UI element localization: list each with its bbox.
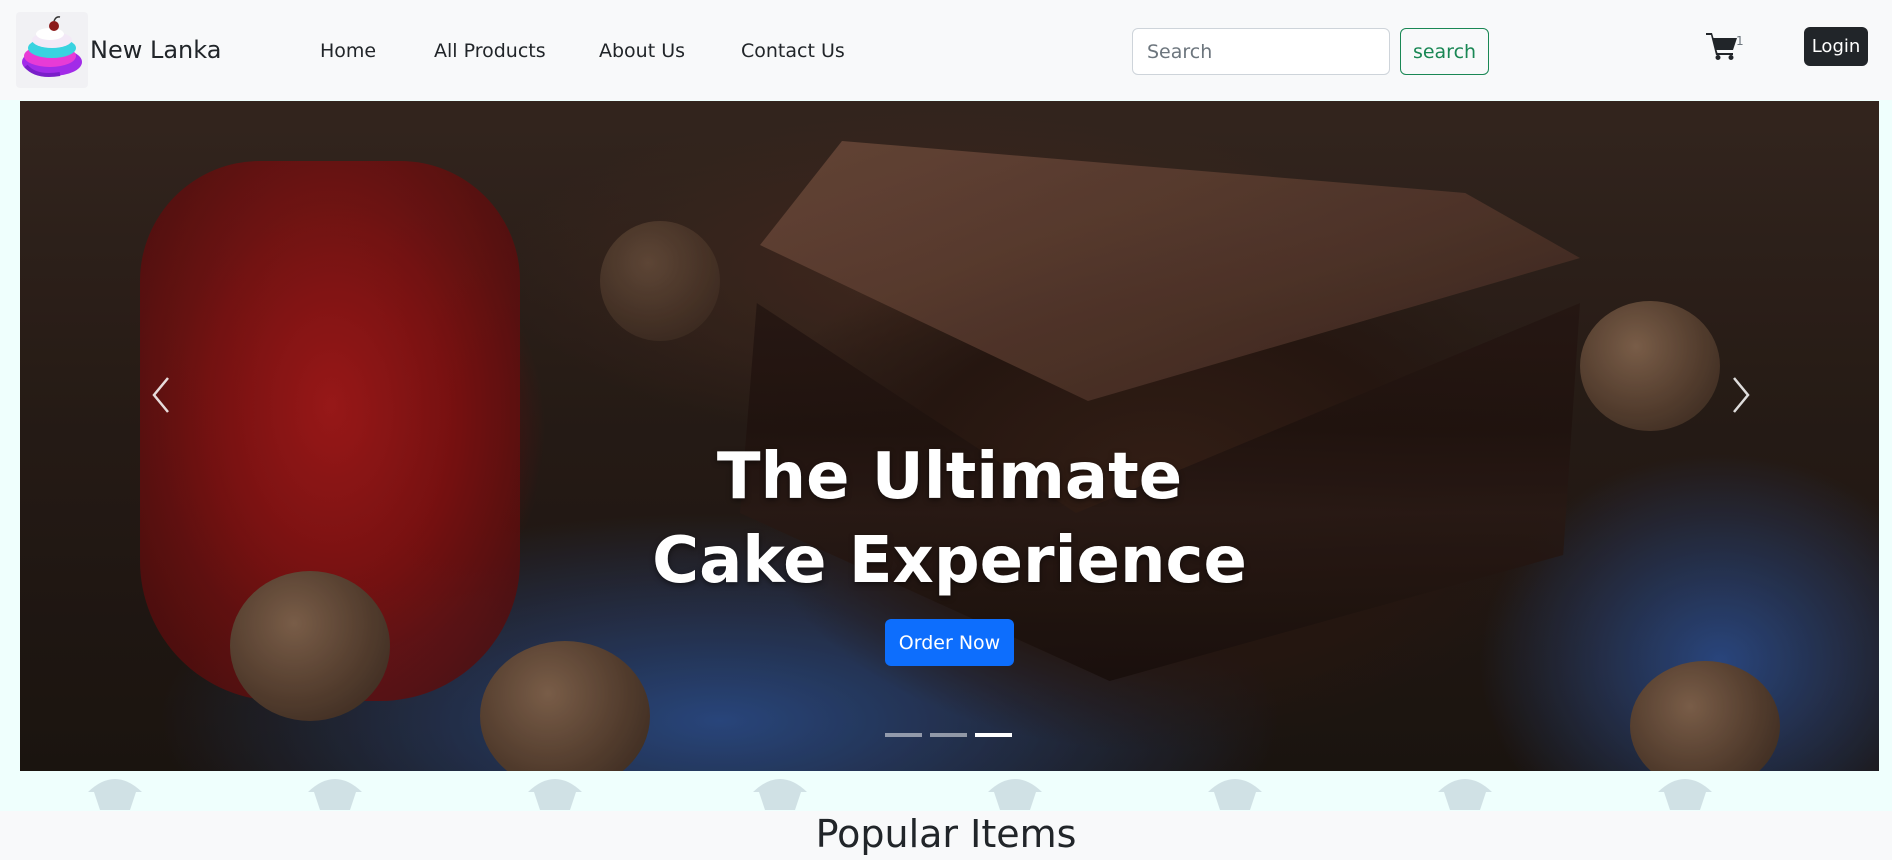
carousel-prev-button[interactable]	[146, 370, 176, 420]
chevron-right-icon	[1733, 377, 1750, 413]
cupcake-pattern-icon	[88, 779, 142, 810]
carousel-indicators	[885, 733, 1015, 739]
cart-count-badge: 1	[1736, 34, 1744, 48]
carousel-indicator-3[interactable]	[975, 733, 1012, 737]
carousel-indicator-1[interactable]	[885, 733, 922, 737]
cupcake-pattern-icon	[308, 779, 362, 810]
nav-all-products-link[interactable]: All Products	[434, 40, 546, 62]
chevron-left-icon	[152, 377, 169, 413]
cupcake-pattern-icon	[988, 779, 1042, 810]
cake-logo-icon	[22, 16, 82, 77]
cupcake-pattern-icon	[1658, 779, 1712, 810]
cupcake-pattern-icon	[528, 779, 582, 810]
navbar: New Lanka Home All Products About Us Con…	[0, 0, 1892, 100]
brand-logo[interactable]	[16, 12, 88, 88]
cupcake-pattern-icon	[1438, 779, 1492, 810]
nav-about-us-link[interactable]: About Us	[599, 40, 685, 62]
hero-title: The Ultimate Cake Experience	[652, 440, 1247, 598]
login-button[interactable]: Login	[1804, 27, 1868, 66]
search-input[interactable]	[1132, 28, 1390, 75]
cupcake-pattern-icon	[753, 779, 807, 810]
search-button[interactable]: search	[1400, 28, 1489, 75]
order-now-button[interactable]: Order Now	[885, 619, 1014, 666]
nav-home-link[interactable]: Home	[320, 40, 376, 62]
carousel-indicator-2[interactable]	[930, 733, 967, 737]
hero-carousel: The Ultimate Cake Experience Order Now	[20, 101, 1879, 771]
cart-icon	[1706, 33, 1737, 60]
cupcake-pattern-icon	[1208, 779, 1262, 810]
popular-items-heading: Popular Items	[815, 812, 1077, 856]
carousel-next-button[interactable]	[1726, 370, 1756, 420]
nav-contact-us-link[interactable]: Contact Us	[741, 40, 845, 62]
brand-name[interactable]: New Lanka	[90, 36, 221, 64]
